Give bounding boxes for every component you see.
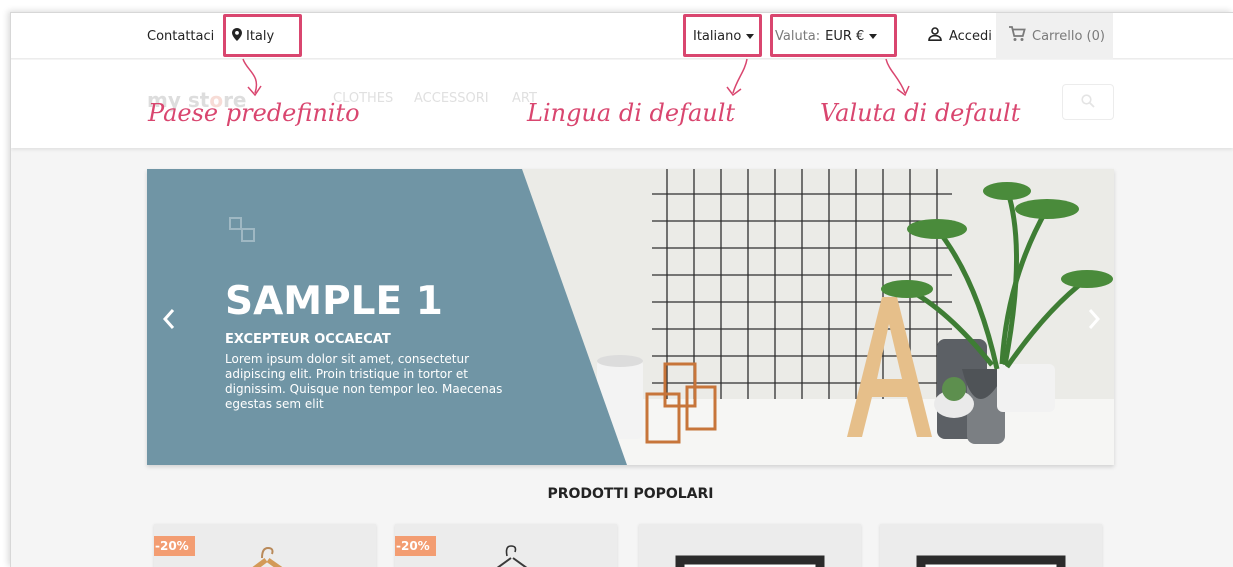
annotation-default-language: Lingua di default [527,99,736,127]
slide-description: Lorem ipsum dolor sit amet, consectetur … [225,352,503,411]
sign-in-link[interactable]: Accedi [928,13,992,59]
top-nav-bar: Contattaci Italy Italiano Valuta: EUR € … [11,13,1233,59]
menu-item-accessories[interactable]: ACCESSORI [414,91,489,106]
discount-badge: -20% [154,536,195,556]
shopping-cart-icon [1008,26,1026,46]
product-card[interactable]: -20% [154,524,376,567]
slide-title: SAMPLE 1 [225,279,443,324]
section-title-popular-products: PRODOTTI POPOLARI [547,486,714,502]
product-card[interactable] [639,524,861,567]
browser-page: Contattaci Italy Italiano Valuta: EUR € … [10,12,1233,567]
search-box[interactable] [1062,84,1114,120]
slide-logo-icon [229,217,257,247]
slider-next-button[interactable] [1084,309,1104,333]
cart-label: Carrello (0) [1032,28,1105,44]
slide-subtitle: EXCEPTEUR OCCAECAT [225,332,391,347]
frame-image [916,555,1066,567]
country-highlight-box [223,14,302,57]
annotation-default-currency: Valuta di default [820,99,1021,127]
hero-slider[interactable]: SAMPLE 1 EXCEPTEUR OCCAECAT Lorem ipsum … [147,169,1114,465]
product-card[interactable]: -20% [395,524,617,567]
annotation-default-country: Paese predefinito [148,99,360,127]
contact-link[interactable]: Contattaci [147,13,214,59]
slider-previous-button[interactable] [159,309,179,333]
product-card[interactable] [880,524,1102,567]
chevron-left-icon [162,308,176,334]
user-icon [928,27,942,45]
contact-label: Contattaci [147,28,215,44]
sign-in-label: Accedi [949,28,992,44]
discount-badge: -20% [395,536,436,556]
search-icon [1081,93,1095,112]
frame-image [675,555,825,567]
language-highlight-box [683,14,762,57]
chevron-right-icon [1087,308,1101,334]
currency-highlight-box [770,14,897,57]
cart-link[interactable]: Carrello (0) [996,13,1113,59]
